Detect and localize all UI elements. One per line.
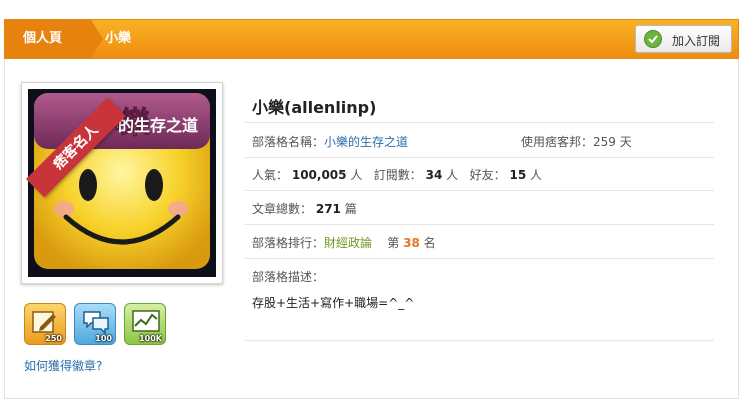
info-row-description: 部落格描述： 存股+生活+寫作+職場=^_^ — [245, 258, 714, 341]
articles-label: 文章總數： — [252, 202, 313, 216]
article-badge-count: 250 — [45, 334, 62, 343]
chat-icon — [83, 311, 109, 335]
subscriber-value: 34 — [425, 168, 443, 182]
articles-value: 271 — [315, 202, 341, 216]
profile-name: 小樂(allenlinp) — [252, 98, 377, 117]
popularity-label: 人氣： — [252, 168, 289, 182]
description-text: 存股+生活+寫作+職場=^_^ — [252, 296, 415, 310]
friend-value: 15 — [509, 168, 527, 182]
rank-category-link[interactable]: 財經政論 — [324, 236, 372, 250]
description-label: 部落格描述： — [252, 270, 325, 284]
how-to-get-badge-link[interactable]: 如何獲得徽章? — [24, 357, 102, 374]
friend-label: 好友： — [469, 168, 506, 182]
popularity-value: 100,005 — [291, 168, 347, 182]
subscriber-unit: 人 — [446, 168, 459, 182]
breadcrumb-arrow — [91, 20, 103, 58]
chart-line-icon — [132, 310, 160, 332]
popularity-badge-count: 100K — [139, 334, 162, 343]
header-bar: 個人頁 小樂 加入訂閱 — [4, 19, 739, 59]
subscriber-label: 訂閱數： — [373, 168, 422, 182]
info-row-rank: 部落格排行：財經政論 第 38 名 — [245, 224, 714, 259]
check-icon — [644, 30, 662, 48]
info-row-blog: 部落格名稱：小樂的生存之道 使用痞客邦：259 天 — [245, 122, 714, 158]
articles-unit: 篇 — [344, 202, 357, 216]
logo-sub: 的生存之道 — [118, 116, 198, 135]
subscribe-label: 加入訂閱 — [672, 34, 721, 48]
breadcrumb-current[interactable]: 小樂 — [105, 20, 131, 58]
info-row-articles: 文章總數： 271 篇 — [245, 190, 714, 225]
article-badge[interactable]: 250 — [24, 303, 66, 345]
rank-value: 38 — [403, 236, 420, 250]
usage-days: 259 — [593, 135, 616, 149]
comment-badge[interactable]: 100 — [74, 303, 116, 345]
breadcrumb-home[interactable]: 個人頁 — [5, 20, 92, 58]
friend-unit: 人 — [530, 168, 543, 182]
usage-unit: 天 — [619, 135, 632, 149]
blog-name-label: 部落格名稱： — [252, 135, 325, 149]
subscribe-button[interactable]: 加入訂閱 — [635, 25, 732, 53]
pencil-icon — [32, 311, 56, 333]
blog-name-link[interactable]: 小樂的生存之道 — [324, 135, 408, 149]
info-row-stats: 人氣： 100,005 人 訂閱數： 34 人 好友： 15 人 — [245, 156, 714, 191]
popularity-unit: 人 — [350, 168, 363, 182]
rank-prefix: 第 — [387, 236, 400, 250]
rank-suffix: 名 — [423, 236, 436, 250]
popularity-badge[interactable]: 100K — [124, 303, 166, 345]
rank-label: 部落格排行： — [252, 236, 325, 250]
usage-label: 使用痞客邦： — [521, 135, 594, 149]
comment-badge-count: 100 — [95, 334, 112, 343]
avatar[interactable]: 小樂 的生存之道 痞客名人 — [21, 82, 223, 284]
